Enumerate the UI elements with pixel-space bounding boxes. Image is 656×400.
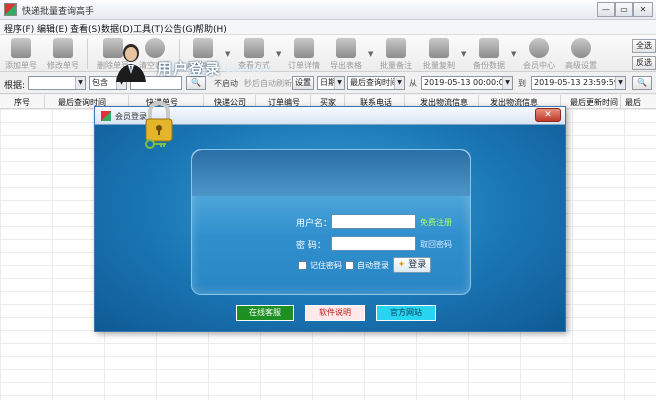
online-service-button[interactable]: 在线客服 — [236, 305, 294, 321]
to-label: 到 — [518, 79, 526, 88]
app-icon — [4, 3, 17, 16]
basis-label: 根据: — [4, 81, 26, 91]
dialog-close-button[interactable]: ✕ — [535, 108, 561, 122]
date-type-select[interactable]: 日期 ▼ — [317, 76, 345, 90]
login-panel-header — [192, 150, 470, 196]
maximize-button[interactable]: ▭ — [615, 2, 633, 17]
date-search-button[interactable]: 🔍 — [632, 76, 652, 90]
clear-circle-icon — [145, 38, 165, 58]
auto-login-label: 自动登录 — [357, 261, 389, 270]
clock-icon — [529, 38, 549, 58]
lock-and-key-icon — [145, 101, 173, 149]
batch-remark-button[interactable]: 批量备注 — [375, 38, 417, 72]
backup-dropdown-caret[interactable]: ▼ — [511, 50, 516, 58]
toolbar: 添加单号 修改单号 删除单号 清空表格 刷新物流 ▼ 查看方式 ▼ 订单详情 导… — [0, 34, 656, 72]
column-header[interactable]: 最后 — [625, 97, 641, 108]
menu-bar: 程序(F) 编辑(E) 查看(S) 数据(D) 工具(T) 公告(G) 帮助(H… — [0, 20, 656, 35]
calendar-dropdown-icon: ▼ — [615, 77, 625, 89]
basis-select[interactable]: ▼ — [28, 76, 86, 90]
title-bar: 快递批量查询高手 — ▭ ✕ — [0, 0, 656, 20]
remember-password-label: 记住密码 — [310, 261, 342, 270]
order-details-button[interactable]: 订单详情 — [283, 38, 325, 72]
refresh-dropdown-caret[interactable]: ▼ — [225, 50, 230, 58]
app-icon — [101, 111, 111, 121]
from-label: 从 — [409, 79, 417, 88]
member-center-button[interactable]: 会员中心 — [518, 38, 560, 72]
batch-copy-button[interactable]: 批量复制 — [418, 38, 460, 72]
window-title: 快递批量查询高手 — [22, 7, 95, 17]
key-icon: ✦ — [397, 260, 406, 270]
minimize-button[interactable]: — — [597, 2, 615, 17]
batch-copy-icon — [429, 38, 449, 58]
advanced-settings-button[interactable]: 高级设置 — [560, 38, 602, 72]
forgot-password-link[interactable]: 取回密码 — [420, 239, 452, 250]
add-number-button[interactable]: 添加单号 — [0, 38, 42, 72]
edit-number-button[interactable]: 修改单号 — [42, 38, 84, 72]
date-field-select[interactable]: 最后查询时间 ▼ — [347, 76, 405, 90]
login-subheading: User login — [225, 65, 271, 75]
remember-password-checkbox[interactable] — [298, 261, 307, 270]
view-list-icon — [244, 38, 264, 58]
invert-select-button[interactable]: 反选 — [632, 56, 656, 70]
pencil-icon — [53, 38, 73, 58]
order-details-icon — [294, 38, 314, 58]
chevron-down-icon: ▼ — [75, 77, 85, 89]
auto-refresh-status: 不启动 — [214, 79, 238, 88]
batch-remark-icon — [386, 38, 406, 58]
from-datetime-picker[interactable]: 2019-05-13 00:00:00 ▼ — [421, 76, 513, 90]
copy-dropdown-caret[interactable]: ▼ — [461, 50, 466, 58]
login-heading: 用户登录 — [157, 60, 222, 78]
refresh-document-icon — [193, 38, 213, 58]
filter-bar: 根据: ▼ 包含 ▼ 🔍 不启动 秒后自动刷新 设置 日期 ▼ 最后查询时间 ▼… — [0, 72, 656, 94]
settings-button[interactable]: 设置 — [292, 76, 314, 90]
auto-login-checkbox[interactable] — [345, 261, 354, 270]
software-help-button[interactable]: 软件说明 — [305, 305, 365, 321]
export-icon — [336, 38, 356, 58]
register-link[interactable]: 免费注册 — [420, 217, 452, 228]
select-all-button[interactable]: 全选 — [632, 39, 656, 53]
username-input[interactable] — [331, 214, 416, 229]
view-dropdown-caret[interactable]: ▼ — [276, 50, 281, 58]
column-header[interactable]: 最后更新时间 — [570, 97, 618, 108]
auto-refresh-text: 秒后自动刷新 — [244, 79, 292, 88]
password-input[interactable] — [331, 236, 416, 251]
add-document-icon — [11, 38, 31, 58]
close-button[interactable]: ✕ — [633, 2, 653, 17]
backup-database-icon — [479, 38, 499, 58]
user-avatar-icon — [116, 44, 146, 82]
toolbar-separator — [87, 39, 88, 69]
chevron-down-icon: ▼ — [334, 77, 344, 89]
official-site-button[interactable]: 官方网站 — [376, 305, 436, 321]
gear-icon — [571, 38, 591, 58]
username-label: 用户名： — [296, 219, 333, 229]
calendar-dropdown-icon: ▼ — [502, 77, 512, 89]
backup-data-button[interactable]: 备份数据 — [468, 38, 510, 72]
export-table-button[interactable]: 导出表格 — [325, 38, 367, 72]
chevron-down-icon: ▼ — [394, 77, 404, 89]
column-header[interactable]: 序号 — [14, 97, 30, 108]
login-button[interactable]: ✦ 登录 — [393, 257, 431, 273]
to-datetime-picker[interactable]: 2019-05-13 23:59:59 ▼ — [531, 76, 626, 90]
password-label: 密 码： — [296, 241, 326, 251]
export-dropdown-caret[interactable]: ▼ — [368, 50, 373, 58]
